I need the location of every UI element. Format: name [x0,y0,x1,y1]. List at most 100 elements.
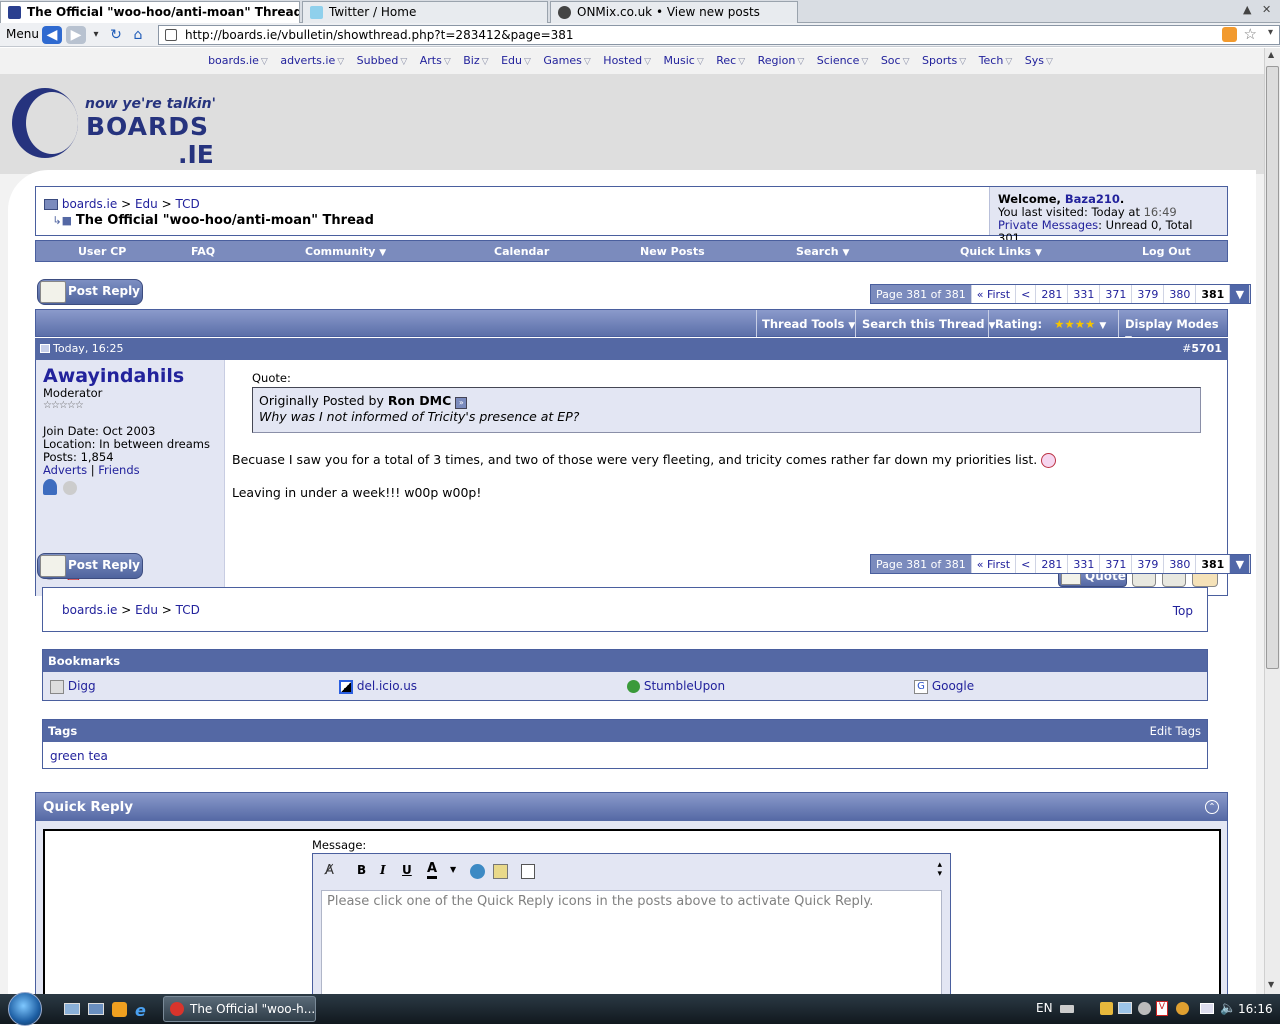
post-username[interactable]: Awayindahils [43,366,217,386]
rating-menu[interactable]: Rating: ★★★★ ▼ [995,317,1106,331]
sitenav-item[interactable]: Science ▽ [817,54,872,67]
sitenav-link[interactable]: Games [543,54,581,67]
tray-icon[interactable] [1176,1002,1189,1015]
sitenav-link[interactable]: Edu [501,54,522,67]
pager-page[interactable]: 281 [1036,285,1069,303]
top-link[interactable]: Top [1173,604,1193,618]
media-player-icon[interactable] [112,1002,127,1017]
home-icon[interactable]: ⌂ [128,26,148,44]
sitenav-link[interactable]: Region [758,54,796,67]
bookmark-google-link[interactable]: Google [932,679,974,693]
sitenav-item[interactable]: Rec ▽ [716,54,748,67]
post-reply-button-top[interactable]: Post Reply [37,279,143,305]
pager-page[interactable]: 331 [1068,285,1101,303]
post-reply-button-bottom[interactable]: Post Reply [37,553,143,579]
friends-link[interactable]: Friends [98,463,139,477]
sitenav-item[interactable]: Soc ▽ [881,54,913,67]
pager-page[interactable]: 331 [1068,555,1101,573]
volume-icon[interactable]: 🔈 [1220,1001,1236,1016]
forward-icon[interactable]: ▶ [66,26,86,44]
search-thread-menu[interactable]: Search this Thread ▼ [862,317,995,331]
sitenav-item[interactable]: Biz ▽ [463,54,491,67]
pager-page[interactable]: 371 [1100,555,1133,573]
bookmark-digg[interactable]: Digg [50,679,96,694]
bold-icon[interactable]: B [357,863,366,877]
sitenav-item[interactable]: Tech ▽ [979,54,1016,67]
reload-icon[interactable]: ↻ [106,26,126,44]
thread-tools-menu[interactable]: Thread Tools ▼ [762,317,855,331]
pager-prev[interactable]: < [1016,285,1037,303]
footer-breadcrumb-boards[interactable]: boards.ie [62,603,117,617]
network-icon[interactable] [1118,1002,1132,1014]
nav-quick-links[interactable]: Quick Links ▼ [960,245,1042,258]
pager-page[interactable]: 379 [1132,285,1165,303]
tabs-scroll-up-icon[interactable]: ▲ [1243,3,1251,16]
sitenav-item[interactable]: Sys ▽ [1025,54,1056,67]
view-post-icon[interactable]: » [455,397,468,409]
tab-onmix[interactable]: ONMix.co.uk • View new posts [550,1,798,23]
pager-page[interactable]: 281 [1036,555,1069,573]
sitenav-item[interactable]: Games ▽ [543,54,593,67]
address-bar[interactable]: http://boards.ie/vbulletin/showthread.ph… [158,25,1280,45]
start-button[interactable] [8,992,42,1026]
sitenav-link[interactable]: adverts.ie [280,54,335,67]
sitenav-item[interactable]: Sports ▽ [922,54,969,67]
nav-new-posts[interactable]: New Posts [640,245,705,258]
sitenav-link[interactable]: boards.ie [208,54,259,67]
switch-windows-icon[interactable] [88,1003,104,1015]
tray-icon[interactable] [1100,1002,1113,1015]
sitenav-link[interactable]: Hosted [603,54,642,67]
private-messages-link[interactable]: Private Messages [998,218,1098,232]
tag-link[interactable]: green tea [50,749,108,763]
tab-twitter[interactable]: Twitter / Home [302,1,548,23]
pager-page[interactable]: 380 [1164,555,1197,573]
tags-title-link[interactable]: Tags [48,724,77,738]
close-tab-icon[interactable]: ✕ [1262,3,1271,16]
nav-calendar[interactable]: Calendar [494,245,549,258]
font-color-icon[interactable]: A [427,861,438,879]
display-icon[interactable] [1200,1003,1214,1014]
history-dropdown-icon[interactable]: ▾ [86,26,106,44]
sitenav-item[interactable]: Region ▽ [758,54,808,67]
internet-explorer-icon[interactable]: e [135,1001,146,1020]
menu-button[interactable]: Menu [6,27,39,41]
edit-tags-link[interactable]: Edit Tags [1150,724,1201,738]
pager-prev[interactable]: < [1016,555,1037,573]
italic-icon[interactable]: I [380,863,386,877]
sitenav-link[interactable]: Music [664,54,695,67]
sitenav-link[interactable]: Tech [979,54,1004,67]
pager-dropdown-icon[interactable]: ▼ [1230,285,1251,303]
pager-dropdown-icon[interactable]: ▼ [1230,555,1251,573]
antivirus-icon[interactable]: V [1156,1001,1168,1016]
pager-first[interactable]: « First [972,555,1017,573]
language-indicator[interactable]: EN [1036,1001,1053,1015]
sitenav-link[interactable]: Sports [922,54,957,67]
scrollbar-thumb[interactable] [1266,66,1279,669]
chevron-down-icon[interactable]: ▼ [450,865,456,874]
sitenav-link[interactable]: Science [817,54,860,67]
remove-format-icon[interactable]: A̸ [325,863,334,878]
clock[interactable]: 16:16 [1238,1002,1273,1016]
taskbar-window-button[interactable]: The Official "woo-h... [163,996,316,1022]
sitenav-link[interactable]: Biz [463,54,479,67]
sitenav-link[interactable]: Subbed [357,54,399,67]
rss-icon[interactable] [1222,27,1237,42]
sitenav-link[interactable]: Arts [420,54,442,67]
nav-user-cp[interactable]: User CP [78,245,126,258]
bookmark-delicious[interactable]: del.icio.us [339,679,417,694]
pager-first[interactable]: « First [972,285,1017,303]
sitenav-item[interactable]: Music ▽ [664,54,707,67]
footer-breadcrumb-edu[interactable]: Edu [135,603,158,617]
breadcrumb-tcd[interactable]: TCD [175,197,199,211]
show-desktop-icon[interactable] [64,1003,80,1015]
keyboard-icon[interactable] [1060,1005,1074,1013]
sitenav-item[interactable]: Edu ▽ [501,54,534,67]
tab-boards-thread[interactable]: The Official "woo-hoo/anti-moan" Thread … [0,1,300,23]
bookmark-stumbleupon[interactable]: StumbleUpon [627,679,725,693]
post-number-link[interactable]: 5701 [1191,342,1222,355]
insert-link-icon[interactable] [470,864,485,879]
bookmark-stumbleupon-link[interactable]: StumbleUpon [644,679,725,693]
boards-logo[interactable]: now ye're talkin' BOARDS .IE [12,88,217,170]
resize-icon[interactable]: ▴ ▾ [937,861,942,879]
quote-wrap-icon[interactable] [521,864,535,879]
